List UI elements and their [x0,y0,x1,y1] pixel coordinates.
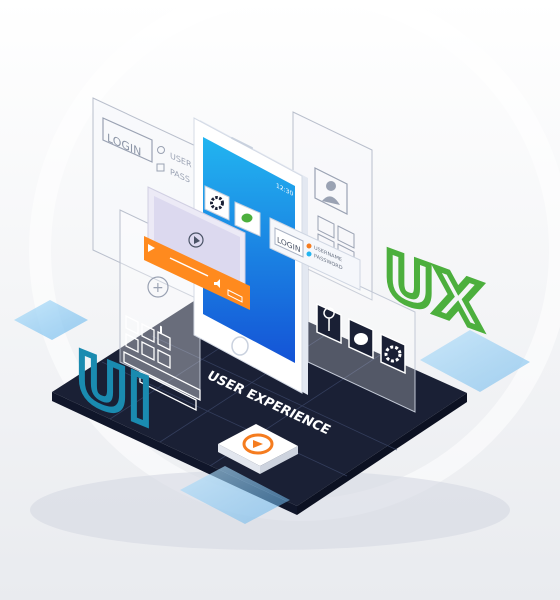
user-avatar-icon [326,181,336,191]
chat-app-icon [241,213,253,223]
login-lock-icon [306,251,312,257]
plus-icon: + [152,280,164,296]
isometric-ux-ui-illustration: USER EXPERIENCE LOGIN USER PASS + 12:30 … [0,0,560,600]
chat-bubble-icon [354,333,368,345]
pause-icon[interactable] [160,325,162,334]
login-user-icon [306,243,312,249]
